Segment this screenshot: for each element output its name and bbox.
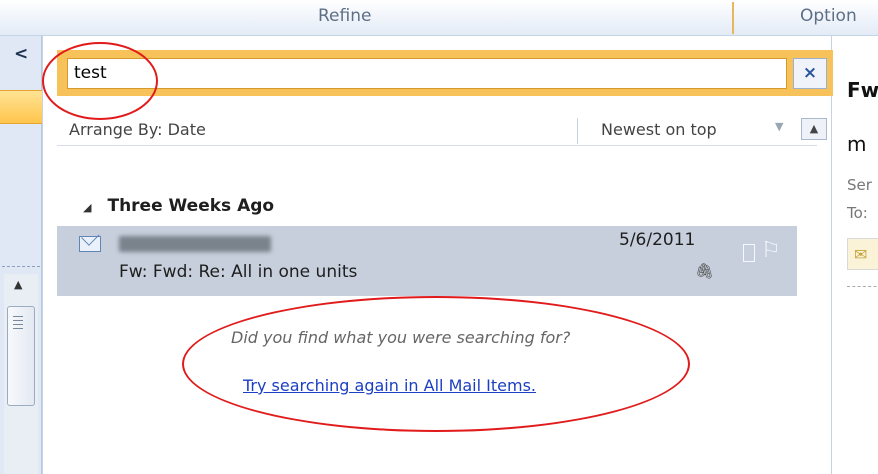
mail-subject: Fw: Fwd: Re: All in one units (119, 262, 358, 282)
mail-list-item[interactable]: 5/6/2011 Fw: Fwd: Re: All in one units 🖇… (57, 226, 797, 296)
envelope-icon (79, 236, 101, 252)
sort-dropdown-icon[interactable]: ▼ (775, 120, 783, 133)
annotation-circle-prompt (182, 296, 690, 432)
group-header-label: Three Weeks Ago (107, 196, 275, 216)
instant-search-bar: test × (57, 50, 833, 96)
clear-search-button[interactable]: × (793, 58, 827, 89)
paperclip-icon: 🖇 (695, 262, 715, 280)
flag-icon[interactable]: ⚐ (761, 238, 781, 263)
nav-selected-tab[interactable] (0, 90, 42, 124)
navigation-pane-collapsed: < ▲ (0, 36, 42, 474)
reading-pane: Fw m Ser To: ✉ (833, 36, 878, 474)
annotation-circle-search (42, 42, 158, 120)
grip-icon (13, 316, 23, 332)
collapse-arrow-icon[interactable]: < (14, 44, 28, 64)
ribbon-bar: Refine Option (0, 0, 878, 36)
group-header[interactable]: ◢ Three Weeks Ago (83, 196, 274, 216)
reading-sender: m (847, 132, 867, 156)
reading-attachment[interactable]: ✉ (847, 238, 878, 270)
mail-date: 5/6/2011 (619, 230, 696, 250)
collapse-triangle-icon[interactable]: ◢ (83, 201, 91, 214)
sender-name-redacted (119, 236, 271, 252)
ribbon-group-refine: Refine (318, 6, 372, 26)
arrange-by-label[interactable]: Arrange By: Date (69, 120, 206, 139)
sort-order-label[interactable]: Newest on top (601, 120, 717, 139)
ribbon-separator (732, 2, 734, 34)
category-box[interactable] (743, 244, 755, 262)
reading-to-label: To: (847, 204, 868, 222)
envelope-icon: ✉ (854, 245, 868, 264)
list-scroll-up-button[interactable]: ▲ (801, 118, 827, 140)
arrange-by-header[interactable]: Arrange By: Date Newest on top ▼ (57, 118, 817, 146)
search-input[interactable]: test (67, 58, 787, 89)
reading-sent-label: Ser (847, 176, 872, 194)
ribbon-group-options: Option (800, 6, 857, 26)
nav-scrollbar[interactable]: ▲ (4, 274, 38, 474)
reading-divider (847, 286, 878, 287)
nav-divider (2, 266, 40, 267)
reading-subject: Fw (847, 78, 878, 102)
scroll-up-arrow-icon[interactable]: ▲ (14, 278, 22, 291)
header-separator (577, 118, 578, 144)
